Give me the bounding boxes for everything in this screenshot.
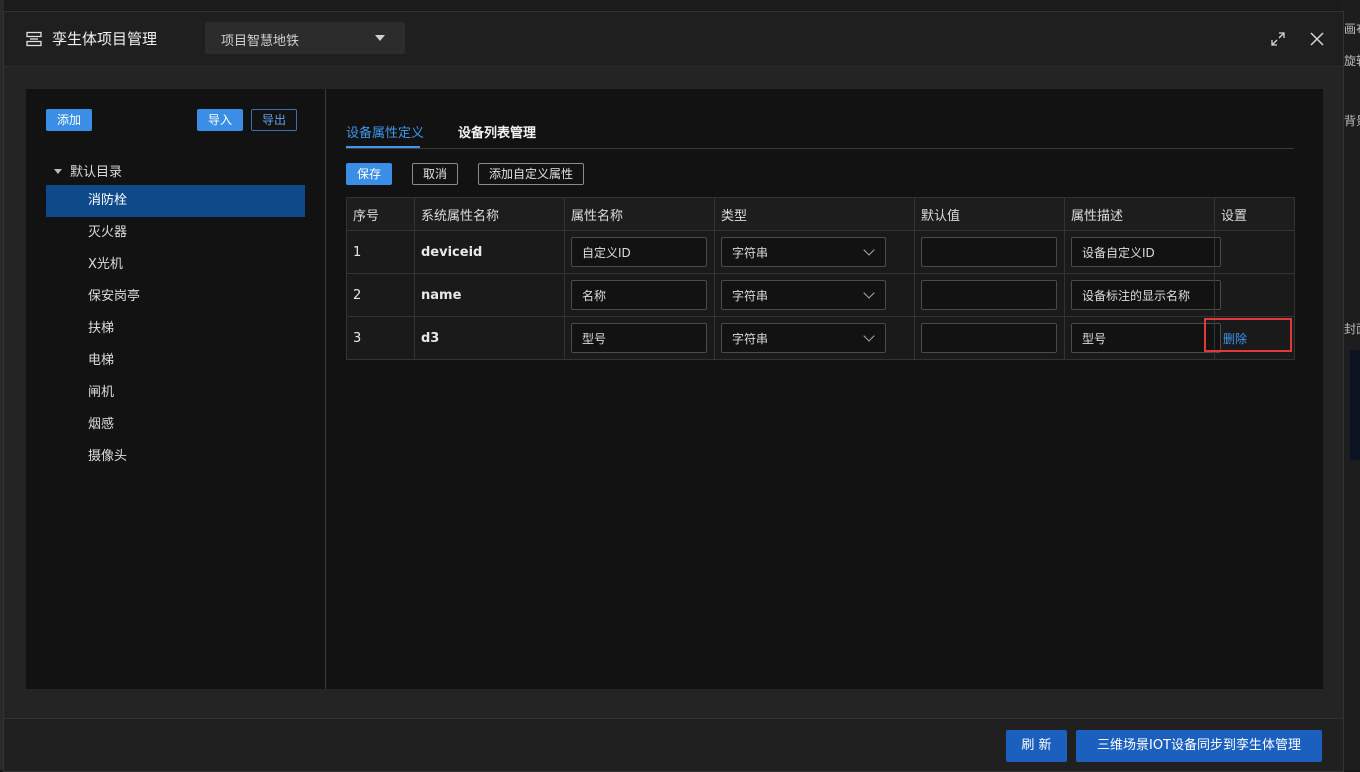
bg-fragment: 封面 [1344,322,1360,336]
tree-item[interactable]: 灭火器 [46,217,305,249]
project-select-value: 项目智慧地铁 [221,34,300,49]
type-select-value: 字符串 [732,246,769,260]
bg-fragment: 背景 [1344,114,1360,128]
caret-down-icon [375,35,385,41]
chevron-down-icon [863,244,875,256]
server-list-icon [26,31,42,47]
background-top-strip [0,0,1360,10]
row-index: 2 [346,273,415,317]
type-select[interactable]: 字符串 [721,323,886,353]
system-property-name: name [414,273,565,317]
dialog-footer: 刷 新 三维场景IOT设备同步到孪生体管理 [4,718,1343,771]
column-header: 序号 [346,197,415,231]
category-sidebar: 添加 导入 导出 默认目录 消防栓 灭火器 X光机 保安岗亭 扶梯 电梯 闸机 … [26,89,326,689]
tree-item[interactable]: 扶梯 [46,313,305,345]
tree-item[interactable]: 消防栓 [46,185,305,217]
chevron-down-icon [863,287,875,299]
dialog-body: 添加 导入 导出 默认目录 消防栓 灭火器 X光机 保安岗亭 扶梯 电梯 闸机 … [26,89,1323,689]
tab-device-properties[interactable]: 设备属性定义 [346,122,424,141]
delete-link[interactable]: 删除 [1221,332,1247,346]
type-select[interactable]: 字符串 [721,280,886,310]
add-custom-property-button[interactable]: 添加自定义属性 [478,163,584,185]
add-category-button[interactable]: 添加 [46,109,92,131]
column-header: 属性名称 [564,197,715,231]
save-button[interactable]: 保存 [346,163,392,185]
tree-item[interactable]: 摄像头 [46,441,305,473]
main-content: 设备属性定义 设备列表管理 保存 取消 添加自定义属性 序号 系统属性名称 属性… [326,89,1323,689]
tree-root-label: 默认目录 [70,165,123,180]
description-input[interactable]: 设备自定义ID [1071,237,1221,267]
tree-item[interactable]: 烟感 [46,409,305,441]
tree-item[interactable]: X光机 [46,249,305,281]
description-input[interactable]: 型号 [1071,323,1221,353]
bg-fragment: 画布 [1344,22,1360,36]
property-name-input[interactable]: 自定义ID [571,237,707,267]
tab-bar: 设备属性定义 设备列表管理 [346,113,1294,149]
table-row: 3 d3 型号 字符串 型号 删除 [346,316,1295,360]
type-select-value: 字符串 [732,289,769,303]
table-row: 1 deviceid 自定义ID 字符串 设备自定义ID [346,230,1295,274]
maximize-icon[interactable] [1270,31,1286,47]
tree-item[interactable]: 保安岗亭 [46,281,305,313]
default-value-input[interactable] [921,280,1057,310]
collapse-triangle-icon[interactable] [54,169,62,174]
system-property-name: d3 [414,316,565,360]
column-header: 属性描述 [1064,197,1215,231]
property-table: 序号 系统属性名称 属性名称 类型 默认值 属性描述 设置 1 deviceid… [346,197,1295,360]
settings-cell [1214,273,1295,317]
column-header: 系统属性名称 [414,197,565,231]
table-header-row: 序号 系统属性名称 属性名称 类型 默认值 属性描述 设置 [346,197,1295,231]
import-button[interactable]: 导入 [197,109,243,131]
refresh-button[interactable]: 刷 新 [1006,730,1067,762]
property-name-input[interactable]: 名称 [571,280,707,310]
cancel-button[interactable]: 取消 [412,163,458,185]
column-header: 类型 [714,197,915,231]
bg-thumbnail [1350,350,1360,460]
tree-item[interactable]: 闸机 [46,377,305,409]
project-select[interactable]: 项目智慧地铁 [205,22,405,54]
row-index: 1 [346,230,415,274]
default-value-input[interactable] [921,323,1057,353]
export-button[interactable]: 导出 [251,109,297,131]
background-right-panel: 画布 旋转 背景 封面 [1342,0,1360,770]
settings-cell [1214,230,1295,274]
system-property-name: deviceid [414,230,565,274]
tree-item[interactable]: 电梯 [46,345,305,377]
column-header: 设置 [1214,197,1295,231]
tab-device-list[interactable]: 设备列表管理 [458,122,536,141]
column-header: 默认值 [914,197,1065,231]
type-select-value: 字符串 [732,332,769,346]
property-name-input[interactable]: 型号 [571,323,707,353]
row-index: 3 [346,316,415,360]
chevron-down-icon [863,330,875,342]
tree-root-default[interactable]: 默认目录 [54,161,122,180]
project-manager-dialog: 孪生体项目管理 项目智慧地铁 添加 导入 导出 默认目录 消防栓 灭火器 X光机… [3,11,1344,772]
sync-iot-devices-button[interactable]: 三维场景IOT设备同步到孪生体管理 [1076,730,1322,762]
type-select[interactable]: 字符串 [721,237,886,267]
dialog-header: 孪生体项目管理 项目智慧地铁 [4,12,1343,67]
default-value-input[interactable] [921,237,1057,267]
active-tab-underline [346,146,420,148]
bg-fragment: 旋转 [1344,54,1360,68]
close-icon[interactable] [1309,31,1325,47]
description-input[interactable]: 设备标注的显示名称 [1071,280,1221,310]
dialog-title: 孪生体项目管理 [52,30,158,48]
table-row: 2 name 名称 字符串 设备标注的显示名称 [346,273,1295,317]
